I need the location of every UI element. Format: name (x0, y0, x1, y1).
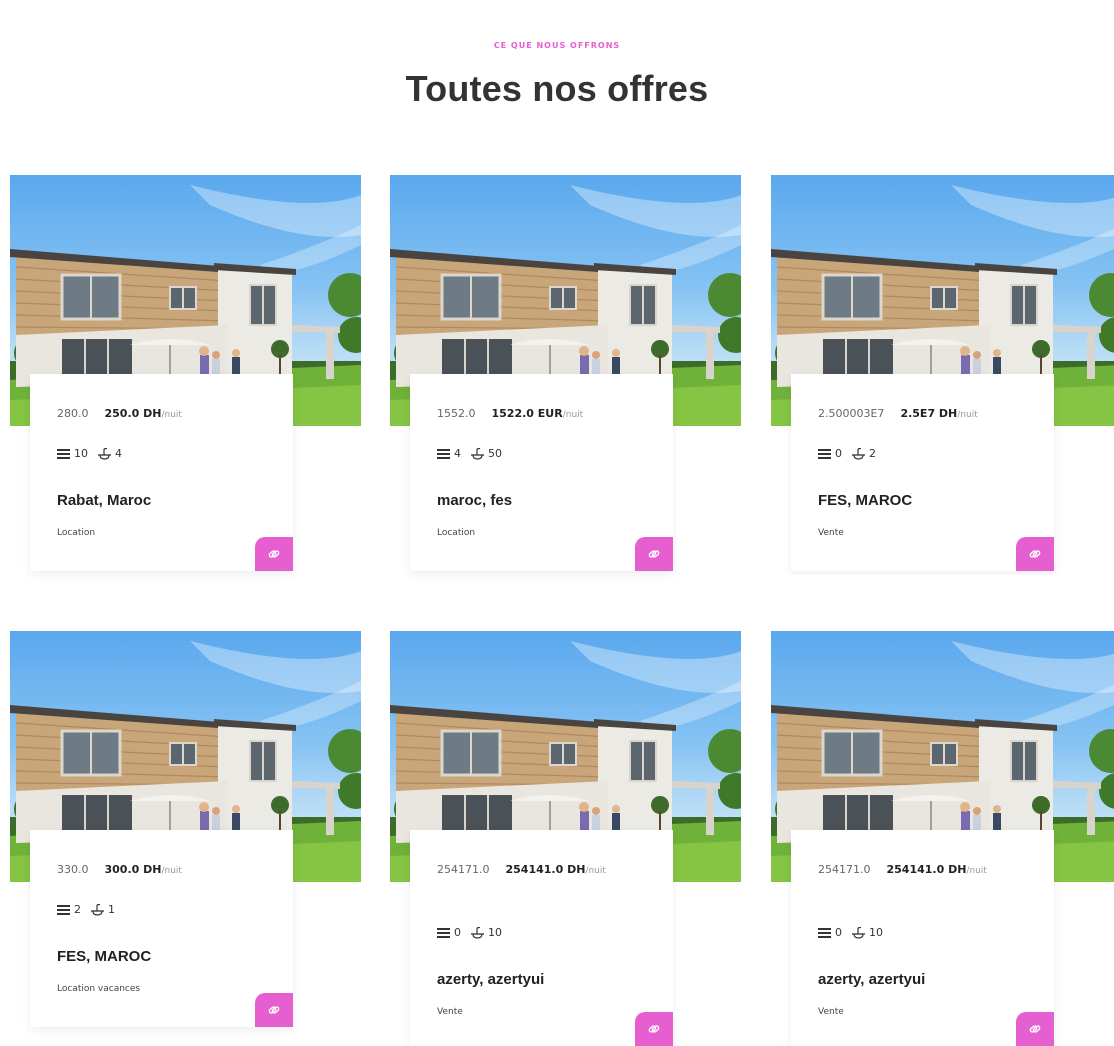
old-price: 2.500003E7 (818, 407, 885, 420)
baths-count: 4 (115, 447, 122, 460)
old-price: 1552.0 (437, 407, 476, 420)
section-eyebrow: CE QUE NOUS OFFRONS (493, 41, 621, 50)
offer-type: Vente (818, 528, 844, 538)
rooms-count: 0 (835, 447, 842, 460)
link-icon (648, 550, 660, 558)
link-icon (268, 550, 280, 558)
baths-count: 10 (488, 926, 502, 939)
offer-location[interactable]: FES, MAROC (818, 492, 912, 509)
offer-type: Location (57, 528, 96, 538)
offer-card[interactable]: 1552.0 1522.0 EUR/nuit 4 50 maroc, fes Lo… (390, 175, 741, 575)
rooms-count: 0 (454, 926, 461, 939)
view-offer-button[interactable] (255, 537, 293, 571)
offer-info: 1552.0 1522.0 EUR/nuit 4 50 maroc, fes Lo… (410, 374, 673, 571)
price-unit: /nuit (966, 866, 987, 876)
offer-info: 254171.0 254141.0 DH/nuit 0 10 azerty, az… (791, 830, 1054, 1046)
view-offer-button[interactable] (635, 537, 673, 571)
price-row: 2.500003E7 2.5E7 DH/nuit (818, 402, 1040, 427)
bed-icon (818, 448, 831, 459)
old-price: 330.0 (57, 863, 89, 876)
price-unit: /nuit (585, 866, 606, 876)
price-unit: /nuit (161, 410, 182, 420)
new-price: 2.5E7 DH (900, 407, 958, 420)
price-row: 1552.0 1522.0 EUR/nuit (437, 402, 659, 427)
new-price: 254141.0 DH (886, 863, 967, 876)
offer-card[interactable]: 280.0 250.0 DH/nuit 10 4 Rabat, Maroc Loc… (10, 175, 361, 575)
baths-count: 50 (488, 447, 502, 460)
offer-info: 254171.0 254141.0 DH/nuit 0 10 azerty, az… (410, 830, 673, 1046)
old-price: 254171.0 (437, 863, 490, 876)
price-row: 254171.0 254141.0 DH/nuit (437, 858, 617, 883)
new-price: 1522.0 EUR (491, 407, 563, 420)
bed-icon (57, 448, 70, 459)
baths-count: 10 (869, 926, 883, 939)
price-row: 280.0 250.0 DH/nuit (57, 402, 279, 427)
offer-type: Location (437, 528, 476, 538)
new-price: 254141.0 DH (505, 863, 586, 876)
price-unit: /nuit (562, 410, 584, 420)
offer-info: 330.0 300.0 DH/nuit 2 1 FES, MAROC Locati… (30, 830, 293, 1027)
link-icon (648, 1025, 660, 1033)
link-icon (268, 1006, 280, 1014)
bath-icon (471, 926, 484, 939)
new-price: 300.0 DH (104, 863, 162, 876)
bed-icon (437, 448, 450, 459)
amenities: 10 4 (57, 447, 122, 460)
offer-type: Location vacances (57, 984, 141, 994)
offer-type: Vente (437, 1007, 463, 1017)
new-price: 250.0 DH (104, 407, 162, 420)
offer-type: Vente (818, 1007, 844, 1017)
bed-icon (57, 904, 70, 915)
bed-icon (437, 927, 450, 938)
old-price: 254171.0 (818, 863, 871, 876)
offer-location[interactable]: azerty, azertyui (437, 971, 544, 988)
rooms-count: 10 (74, 447, 88, 460)
baths-count: 1 (108, 903, 115, 916)
view-offer-button[interactable] (635, 1012, 673, 1046)
offer-card[interactable]: 254171.0 254141.0 DH/nuit 0 10 azerty, az… (771, 631, 1114, 1046)
offer-card[interactable]: 2.500003E7 2.5E7 DH/nuit 0 2 FES, MAROC V… (771, 175, 1114, 575)
offer-location[interactable]: maroc, fes (437, 492, 512, 509)
old-price: 280.0 (57, 407, 89, 420)
offer-card[interactable]: 254171.0 254141.0 DH/nuit 0 10 azerty, az… (390, 631, 741, 1046)
amenities: 0 2 (818, 447, 876, 460)
bath-icon (91, 903, 104, 916)
baths-count: 2 (869, 447, 876, 460)
price-row: 330.0 300.0 DH/nuit (57, 858, 279, 883)
amenities: 2 1 (57, 903, 115, 916)
amenities: 0 10 (818, 926, 883, 939)
offer-location[interactable]: Rabat, Maroc (57, 492, 151, 509)
page-title: Toutes nos offres (405, 68, 709, 109)
offer-info: 280.0 250.0 DH/nuit 10 4 Rabat, Maroc Loc… (30, 374, 293, 571)
rooms-count: 0 (835, 926, 842, 939)
offer-location[interactable]: FES, MAROC (57, 948, 151, 965)
bath-icon (852, 447, 865, 460)
amenities: 4 50 (437, 447, 502, 460)
bed-icon (818, 927, 831, 938)
amenities: 0 10 (437, 926, 502, 939)
offer-info: 2.500003E7 2.5E7 DH/nuit 0 2 FES, MAROC V… (791, 374, 1054, 571)
view-offer-button[interactable] (255, 993, 293, 1027)
offer-card[interactable]: 330.0 300.0 DH/nuit 2 1 FES, MAROC Locati… (10, 631, 361, 1031)
bath-icon (98, 447, 111, 460)
price-unit: /nuit (957, 410, 978, 420)
rooms-count: 2 (74, 903, 81, 916)
price-unit: /nuit (161, 866, 182, 876)
bath-icon (471, 447, 484, 460)
rooms-count: 4 (454, 447, 461, 460)
view-offer-button[interactable] (1016, 1012, 1054, 1046)
price-row: 254171.0 254141.0 DH/nuit (818, 858, 998, 883)
link-icon (1029, 1025, 1041, 1033)
offer-location[interactable]: azerty, azertyui (818, 971, 925, 988)
bath-icon (852, 926, 865, 939)
link-icon (1029, 550, 1041, 558)
view-offer-button[interactable] (1016, 537, 1054, 571)
